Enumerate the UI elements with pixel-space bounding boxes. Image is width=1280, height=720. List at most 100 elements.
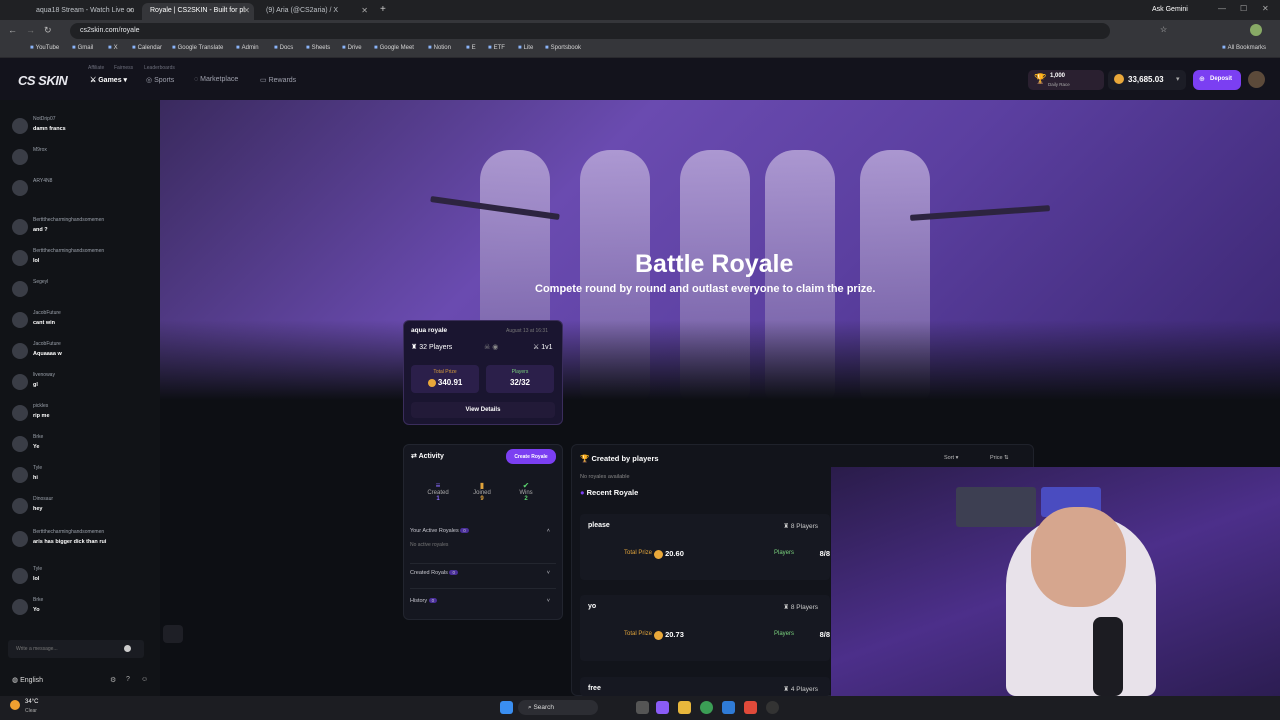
tab-royale[interactable]: Royale | CS2SKIN - Built for pl ✕: [142, 3, 254, 20]
site-logo[interactable]: CS SKIN: [18, 73, 68, 88]
tab-twitter[interactable]: (9) Aria (@CS2aria) / X ✕: [258, 3, 372, 20]
deposit-button[interactable]: ⊕ Deposit: [1193, 70, 1241, 90]
user-avatar[interactable]: [12, 599, 28, 615]
settings-icon[interactable]: ⚙: [110, 676, 116, 684]
close-window-icon[interactable]: ✕: [1262, 4, 1269, 13]
windows-start-icon[interactable]: [500, 701, 513, 714]
chat-toggle-button[interactable]: [163, 625, 183, 643]
balance-widget[interactable]: 33,685.03 ▾: [1108, 70, 1186, 90]
bookmark-item[interactable]: Admin: [236, 45, 259, 51]
close-icon[interactable]: ✕: [243, 6, 250, 15]
url-field[interactable]: cs2skin.com/royale: [70, 23, 1110, 39]
bookmark-item[interactable]: ETF: [488, 45, 505, 51]
back-icon[interactable]: ←: [8, 25, 17, 35]
user-avatar[interactable]: [12, 250, 28, 266]
user-avatar[interactable]: [12, 405, 28, 421]
chat-username[interactable]: livenoway: [33, 372, 55, 378]
nav-games[interactable]: ⚔ Games ▾: [90, 76, 127, 84]
task-view-icon[interactable]: [636, 701, 649, 714]
tab-stream[interactable]: aqua18 Stream - Watch Live on ✕: [28, 3, 138, 20]
bookmark-item[interactable]: YouTube: [30, 45, 60, 51]
profile-avatar[interactable]: [1250, 24, 1262, 36]
taskbar-search[interactable]: ⌕ Search: [518, 700, 598, 715]
chat-username[interactable]: Berttthecharminghandsomemen: [33, 529, 104, 535]
user-avatar[interactable]: [12, 312, 28, 328]
close-icon[interactable]: ✕: [361, 6, 368, 15]
nav-marketplace[interactable]: ◌ Marketplace: [194, 76, 238, 83]
chat-username[interactable]: Segeyl: [33, 279, 48, 285]
bookmark-item[interactable]: E: [466, 45, 476, 51]
user-avatar[interactable]: [12, 498, 28, 514]
app-icon[interactable]: [744, 701, 757, 714]
view-details-button[interactable]: View Details: [411, 402, 555, 418]
bookmark-item[interactable]: Sheets: [306, 45, 331, 51]
price-sort-button[interactable]: Price ⇅: [990, 455, 1009, 461]
subnav-fairness[interactable]: Fairness: [114, 65, 133, 71]
chat-username[interactable]: JacobFuture: [33, 341, 61, 347]
bookmark-item[interactable]: Lite: [518, 45, 534, 51]
all-bookmarks[interactable]: All Bookmarks: [1222, 45, 1266, 51]
user-avatar[interactable]: [12, 149, 28, 165]
user-avatar[interactable]: [12, 343, 28, 359]
chat-username[interactable]: Brke: [33, 597, 43, 603]
chat-username[interactable]: M9rox: [33, 147, 47, 153]
bookmark-item[interactable]: X: [108, 45, 118, 51]
user-avatar[interactable]: [12, 467, 28, 483]
app-icon[interactable]: [766, 701, 779, 714]
chat-username[interactable]: Brke: [33, 434, 43, 440]
chat-username[interactable]: Berttthecharminghandsomemen: [33, 217, 104, 223]
user-avatar[interactable]: [12, 118, 28, 134]
reload-icon[interactable]: ↻: [44, 25, 52, 36]
user-avatar[interactable]: [12, 180, 28, 196]
user-avatar[interactable]: [12, 436, 28, 452]
bookmark-item[interactable]: Drive: [342, 45, 362, 51]
app-icon[interactable]: [722, 701, 735, 714]
royale-item[interactable]: please ♜ 8 Players Total Prize 20.60 Pla…: [580, 514, 830, 580]
ask-gemini-button[interactable]: Ask Gemini: [1152, 6, 1188, 13]
nav-sports[interactable]: ◎ Sports: [146, 76, 174, 84]
subnav-affiliate[interactable]: Affiliate: [88, 65, 104, 71]
copilot-icon[interactable]: [656, 701, 669, 714]
bookmark-item[interactable]: Sportsbook: [545, 45, 581, 51]
close-icon[interactable]: ✕: [127, 6, 134, 15]
bookmark-item[interactable]: Google Translate: [172, 45, 224, 51]
bookmark-item[interactable]: Docs: [274, 45, 294, 51]
daily-race-widget[interactable]: 🏆 1,000 Daily Race: [1028, 70, 1104, 90]
chat-username[interactable]: Tyle: [33, 566, 42, 572]
chrome-icon[interactable]: [700, 701, 713, 714]
active-royales-row[interactable]: Your Active Royales 0 ˄: [410, 528, 556, 534]
royale-item[interactable]: yo ♜ 8 Players Total Prize 20.73 Players…: [580, 595, 830, 661]
file-explorer-icon[interactable]: [678, 701, 691, 714]
user-avatar[interactable]: [12, 374, 28, 390]
subnav-leaderboards[interactable]: Leaderboards: [144, 65, 175, 71]
bookmark-item[interactable]: Calendar: [132, 45, 162, 51]
user-avatar[interactable]: [12, 281, 28, 297]
sort-dropdown[interactable]: Sort ▾: [944, 455, 958, 461]
chat-username[interactable]: Dinosaur: [33, 496, 53, 502]
user-avatar[interactable]: [1248, 71, 1265, 88]
chat-username[interactable]: pickles: [33, 403, 48, 409]
user-avatar[interactable]: [12, 219, 28, 235]
bookmark-star-icon[interactable]: ☆: [1160, 25, 1167, 34]
minimize-icon[interactable]: —: [1218, 4, 1226, 13]
help-icon[interactable]: ?: [126, 676, 130, 683]
chat-username[interactable]: ARY4N8: [33, 178, 52, 184]
maximize-icon[interactable]: ☐: [1240, 4, 1247, 13]
chat-username[interactable]: Berttthecharminghandsomemen: [33, 248, 104, 254]
nav-rewards[interactable]: ▭ Rewards: [260, 76, 296, 84]
user-icon[interactable]: ☺: [141, 676, 148, 683]
chat-username[interactable]: Tyle: [33, 465, 42, 471]
emoji-icon[interactable]: [124, 645, 131, 652]
forward-icon[interactable]: →: [26, 25, 35, 35]
create-royale-button[interactable]: Create Royale: [506, 449, 556, 464]
royale-item[interactable]: free ♜ 4 Players: [580, 677, 830, 696]
language-selector[interactable]: ◍ English: [12, 676, 43, 684]
user-avatar[interactable]: [12, 531, 28, 547]
bookmark-item[interactable]: Google Meet: [374, 45, 414, 51]
history-row[interactable]: History 0 ˅: [410, 598, 556, 604]
bookmark-item[interactable]: Gmail: [72, 45, 94, 51]
new-tab-icon[interactable]: +: [380, 4, 386, 15]
created-royals-row[interactable]: Created Royals 0 ˅: [410, 570, 556, 576]
bookmark-item[interactable]: Notion: [428, 45, 451, 51]
chat-username[interactable]: JacobFuture: [33, 310, 61, 316]
